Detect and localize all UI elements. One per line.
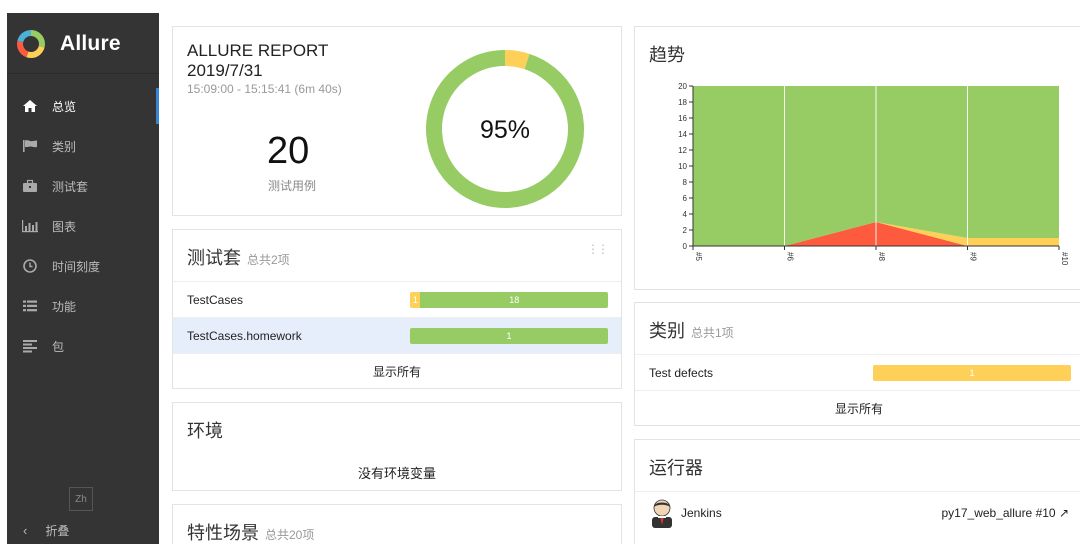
sidebar-item-label: 图表	[52, 219, 77, 234]
language-switch[interactable]: Zh	[69, 487, 93, 511]
trend-chart: 0 2 4 6 8 10 12 14 16 18 20 #5 #6 #8 #9 #10	[678, 82, 1069, 266]
trend-y-tick-label: 2	[683, 226, 688, 235]
trend-y-tick-label: 16	[678, 114, 687, 123]
suites-count: 总共2项	[247, 253, 290, 267]
category-name: Test defects	[649, 365, 714, 380]
trend-widget: 趋势 0 2 4 6 8 10 12 14 16 18 20 #5 #6 #8 #9 #10	[634, 26, 1080, 290]
trend-y-tick-label: 12	[678, 146, 687, 155]
executor-name: Jenkins	[681, 506, 722, 520]
show-all-suites-link[interactable]: 显示所有	[173, 354, 621, 388]
chevron-left-icon: ‹	[23, 523, 28, 538]
trend-y-tick-label: 20	[678, 82, 687, 91]
sidebar-item-label: 包	[52, 339, 65, 354]
report-time-range: 15:09:00 - 15:15:41 (6m 40s)	[187, 82, 342, 96]
category-row[interactable]: Test defects 1	[635, 355, 1080, 391]
summary-widget: ALLURE REPORT 2019/7/31 15:09:00 - 15:15…	[172, 26, 622, 216]
sidebar-item-behaviors[interactable]: 功能	[7, 286, 159, 326]
suite-status-bar: 1	[410, 328, 608, 344]
trend-y-tick-label: 18	[678, 98, 687, 107]
categories-widget: 类别 总共1项 Test defects 1 显示所有	[634, 302, 1080, 426]
executor-row[interactable]: Jenkins py17_web_allure #10 ↗	[649, 498, 1069, 528]
report-date: 2019/7/31	[187, 61, 263, 80]
list-icon	[21, 298, 39, 314]
sidebar-item-label: 测试套	[52, 179, 89, 194]
suite-name: TestCases.homework	[187, 328, 302, 343]
environment-widget: 环境 没有环境变量	[172, 402, 622, 491]
sidebar-item-label: 时间刻度	[52, 259, 101, 274]
sidebar-item-label: 类别	[52, 139, 77, 154]
sidebar-item-suites[interactable]: 测试套	[7, 166, 159, 206]
sidebar: Allure 总览 类别 测试套 图表 时间刻度 功能 包 Zh ‹ 折叠	[7, 13, 159, 544]
show-all-categories-link[interactable]: 显示所有	[635, 391, 1080, 425]
align-left-icon	[21, 338, 39, 354]
executor-build-link[interactable]: py17_web_allure #10 ↗	[942, 506, 1070, 520]
flag-icon	[21, 138, 39, 154]
features-title: 特性场景	[187, 523, 259, 543]
environment-empty-message: 没有环境变量	[357, 466, 436, 481]
external-link-icon: ↗	[1058, 506, 1069, 520]
app-name: Allure	[60, 32, 121, 55]
trend-y-tick-label: 6	[683, 194, 688, 203]
categories-count: 总共1项	[691, 326, 734, 340]
trend-y-tick-label: 4	[683, 210, 688, 219]
sidebar-nav: 总览 类别 测试套 图表 时间刻度 功能 包	[7, 86, 159, 366]
bar-chart-icon	[21, 218, 39, 234]
broken-segment: 1	[873, 365, 1071, 381]
sidebar-divider	[7, 73, 159, 74]
executors-widget: 运行器 Jenkins py17_web_allure #10 ↗	[634, 439, 1080, 544]
suite-row[interactable]: TestCases 1 18	[173, 282, 621, 318]
sidebar-item-label: 功能	[52, 299, 77, 314]
suites-title: 测试套	[187, 248, 241, 268]
trend-x-tick-label: #6	[786, 252, 795, 261]
features-count: 总共20项	[265, 528, 315, 542]
home-icon	[21, 98, 39, 114]
features-widget: 特性场景 总共20项	[172, 504, 622, 544]
trend-x-tick-label: #5	[694, 252, 703, 261]
sidebar-item-categories[interactable]: 类别	[7, 126, 159, 166]
trend-x-tick-label: #8	[877, 252, 886, 261]
trend-y-tick-label: 0	[683, 242, 688, 251]
allure-logo-icon	[17, 30, 45, 58]
test-case-count: 20	[267, 130, 310, 172]
suites-widget: 测试套 总共2项 ⋮⋮ TestCases 1 18 TestCases.hom…	[172, 229, 622, 389]
sidebar-item-label: 总览	[52, 99, 77, 114]
collapse-label: 折叠	[45, 524, 70, 538]
trend-y-tick-label: 10	[678, 162, 687, 171]
trend-x-tick-label: #9	[969, 252, 978, 261]
sidebar-item-graphs[interactable]: 图表	[7, 206, 159, 246]
trend-x-tick-label: #10	[1060, 252, 1069, 266]
test-case-count-label: 测试用例	[268, 179, 317, 193]
success-rate-donut: 95%	[426, 50, 584, 208]
collapse-button[interactable]: ‹ 折叠	[23, 522, 69, 539]
logo[interactable]: Allure	[16, 29, 121, 59]
drag-handle-icon[interactable]: ⋮⋮	[587, 242, 609, 256]
success-rate-percent: 95%	[480, 116, 530, 144]
suite-status-bar: 1 18	[410, 292, 608, 308]
executors-title: 运行器	[649, 458, 703, 478]
sidebar-item-packages[interactable]: 包	[7, 326, 159, 366]
jenkins-avatar-icon	[652, 499, 672, 528]
sidebar-item-overview[interactable]: 总览	[7, 86, 159, 126]
briefcase-icon	[21, 178, 39, 194]
categories-title: 类别	[649, 321, 685, 341]
category-status-bar: 1	[873, 365, 1071, 381]
suite-name: TestCases	[187, 292, 244, 307]
report-name: ALLURE REPORT	[187, 41, 329, 60]
suite-row[interactable]: TestCases.homework 1	[173, 318, 621, 354]
trend-y-tick-label: 14	[678, 130, 687, 139]
passed-segment: 1	[410, 328, 608, 344]
sidebar-item-timeline[interactable]: 时间刻度	[7, 246, 159, 286]
passed-segment: 18	[420, 292, 608, 308]
clock-icon	[21, 258, 39, 274]
trend-y-tick-label: 8	[683, 178, 688, 187]
suites-header: 测试套 总共2项	[173, 230, 621, 282]
broken-segment: 1	[410, 292, 421, 308]
report-title: ALLURE REPORT 2019/7/31	[187, 41, 328, 81]
executor-build-label: py17_web_allure #10	[941, 506, 1056, 520]
environment-title: 环境	[187, 421, 223, 441]
